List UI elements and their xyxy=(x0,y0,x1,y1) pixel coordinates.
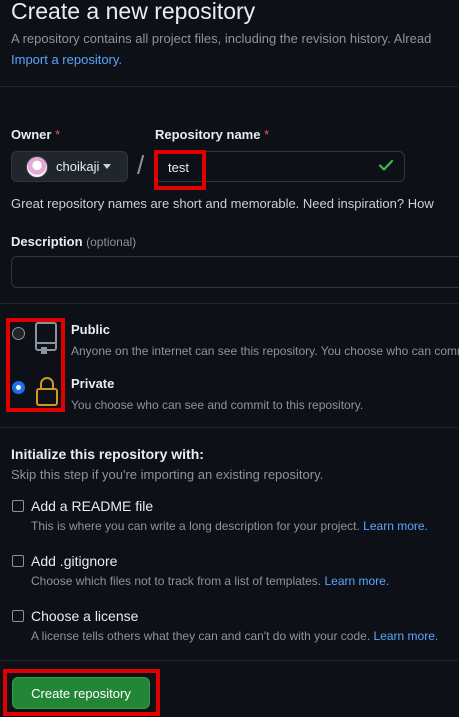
divider xyxy=(0,660,459,661)
learn-more-link[interactable]: Learn more. xyxy=(363,519,428,533)
divider xyxy=(0,86,459,87)
repository-name-label: Repository name * xyxy=(155,127,270,142)
license-checkbox[interactable] xyxy=(12,610,24,622)
description-input[interactable] xyxy=(11,256,459,288)
gitignore-title: Add .gitignore xyxy=(31,553,118,569)
highlight-box xyxy=(154,150,206,190)
description-label: Description (optional) xyxy=(11,234,137,249)
readme-title: Add a README file xyxy=(31,498,154,514)
license-title: Choose a license xyxy=(31,608,139,624)
learn-more-link[interactable]: Learn more. xyxy=(374,629,439,643)
public-title: Public xyxy=(71,322,111,337)
license-description: A license tells others what they can and… xyxy=(31,629,439,643)
name-hint: Great repository names are short and mem… xyxy=(11,196,434,211)
owner-name: choikaji xyxy=(56,159,100,174)
init-heading: Initialize this repository with: xyxy=(11,446,204,462)
highlight-box xyxy=(3,669,160,716)
readme-checkbox[interactable] xyxy=(12,500,24,512)
private-description: You choose who can see and commit to thi… xyxy=(71,398,364,412)
gitignore-checkbox[interactable] xyxy=(12,555,24,567)
highlight-box xyxy=(6,318,65,412)
import-repository-link[interactable]: Import a repository. xyxy=(11,52,122,67)
page-subtitle: A repository contains all project files,… xyxy=(11,31,432,46)
gitignore-description: Choose which files not to track from a l… xyxy=(31,574,390,588)
private-title: Private xyxy=(71,376,115,391)
page-title: Create a new repository xyxy=(11,0,256,24)
path-separator: / xyxy=(137,150,145,180)
readme-description: This is where you can write a long descr… xyxy=(31,519,428,533)
owner-dropdown[interactable]: choikaji xyxy=(11,151,128,182)
learn-more-link[interactable]: Learn more. xyxy=(324,574,389,588)
init-subheading: Skip this step if you're importing an ex… xyxy=(11,467,324,482)
chevron-down-icon xyxy=(103,164,112,169)
public-description: Anyone on the internet can see this repo… xyxy=(71,344,459,358)
divider xyxy=(0,427,459,428)
divider xyxy=(0,303,459,304)
owner-label: Owner * xyxy=(11,127,61,142)
check-icon xyxy=(378,159,394,171)
avatar xyxy=(26,155,48,178)
